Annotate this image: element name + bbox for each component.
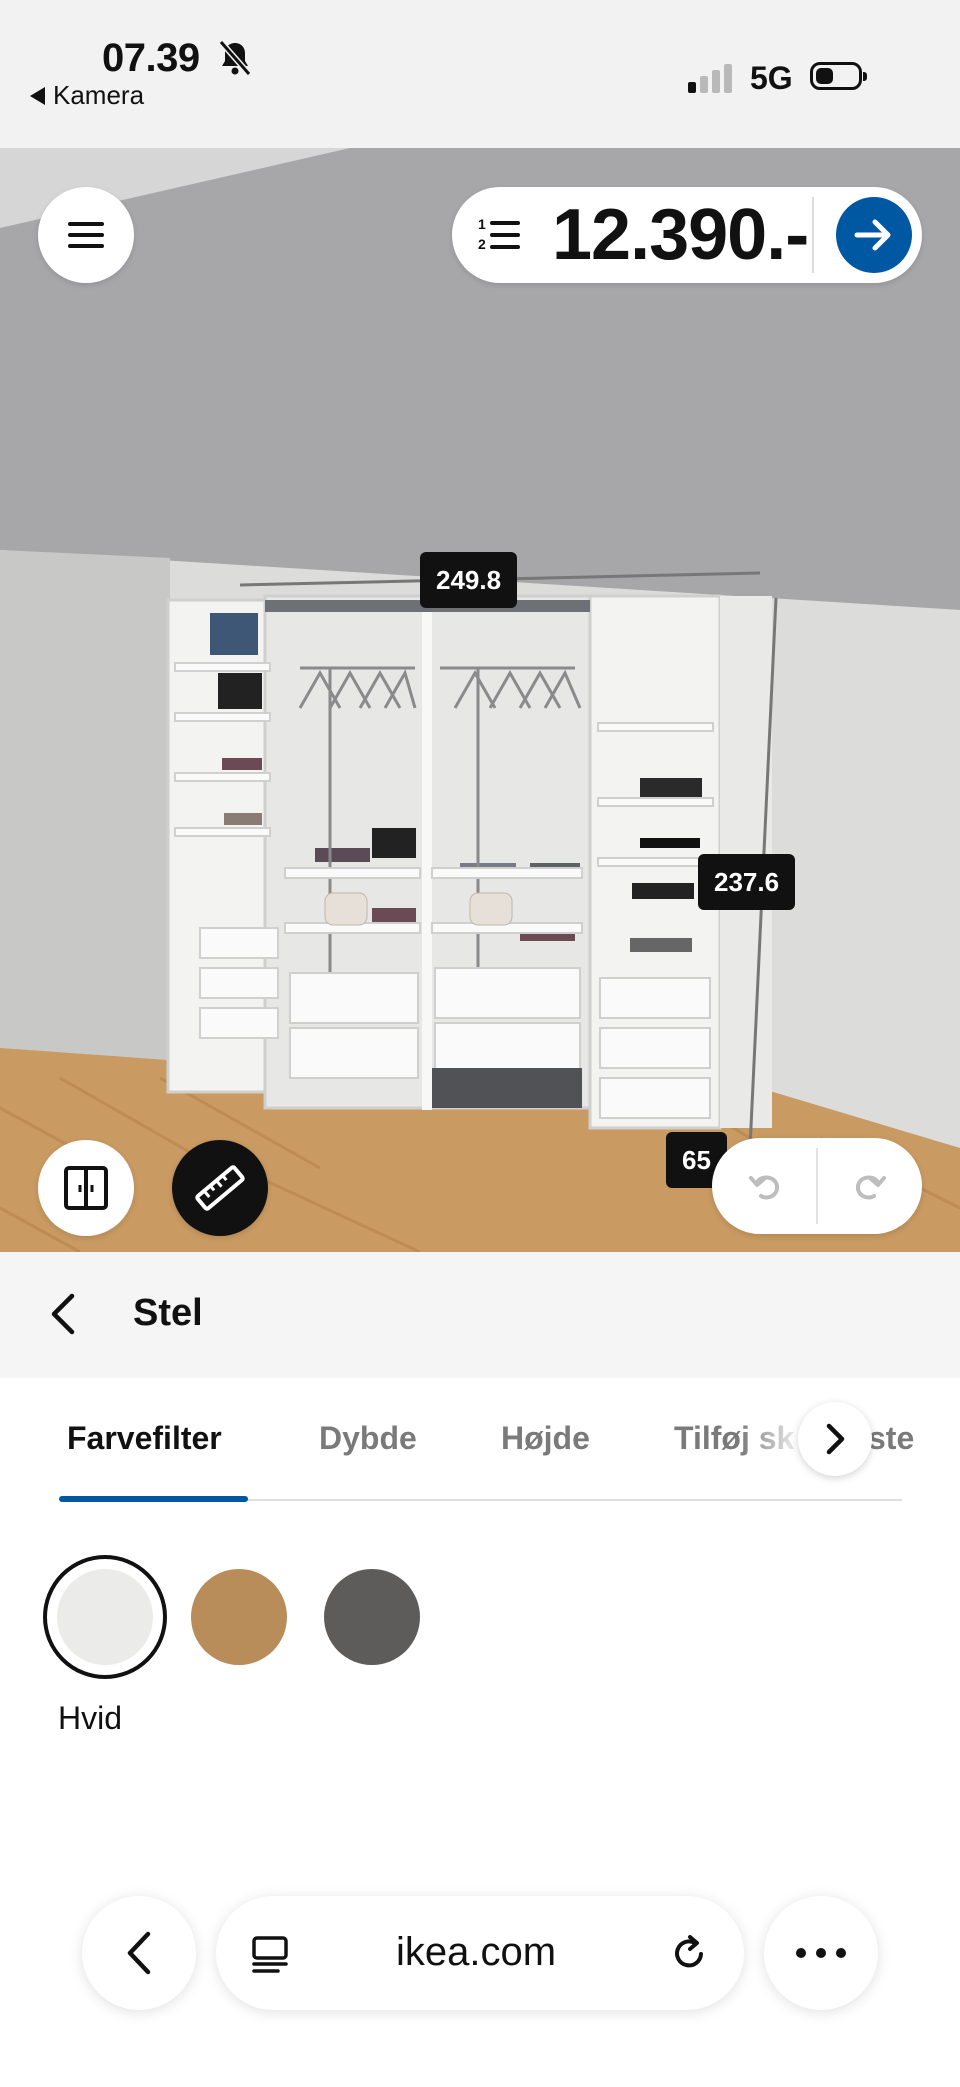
reload-icon[interactable]: [668, 1932, 710, 1974]
menu-icon: [68, 222, 104, 248]
redo-button[interactable]: [817, 1138, 922, 1234]
height-dimension-label[interactable]: 237.6: [698, 854, 796, 910]
menu-button[interactable]: [38, 187, 134, 283]
swatch-white[interactable]: [57, 1569, 153, 1665]
tab-overflow-text: ste: [868, 1420, 915, 1456]
back-triangle-icon: [30, 86, 45, 105]
selected-color-label: Hvid: [58, 1700, 123, 1736]
width-dimension-label[interactable]: 249.8: [420, 552, 518, 608]
ruler-icon: [195, 1165, 245, 1211]
network-type: 5G: [750, 60, 793, 96]
measure-button[interactable]: [172, 1140, 268, 1236]
clock: 07.39: [102, 36, 200, 80]
list-icon: 1 2: [478, 216, 520, 252]
tabs-overview-icon[interactable]: [250, 1934, 290, 1974]
panel-header: Stel: [0, 1252, 960, 1378]
toggle-doors-button[interactable]: [38, 1140, 134, 1236]
price-divider: [812, 197, 814, 273]
svg-text:2: 2: [478, 236, 486, 252]
swatch-oak[interactable]: [191, 1569, 287, 1665]
battery-icon: [810, 62, 867, 90]
doors-icon: [64, 1166, 108, 1210]
back-to-app-link[interactable]: Kamera: [30, 80, 144, 111]
tab-fade: [740, 1408, 806, 1478]
url-text: ikea.com: [396, 1930, 557, 1974]
signal-icon: [688, 64, 732, 93]
option-tabs: Farvefilter Dybde Højde Tilføj sk ste: [0, 1378, 960, 1502]
tabs-scroll-right-button[interactable]: [798, 1402, 872, 1476]
planner-3d-view[interactable]: 1 2 12.390.- 249.8 237.6 65: [0, 148, 960, 1252]
arrow-right-icon: [854, 219, 891, 251]
chevron-left-icon[interactable]: [48, 1292, 78, 1336]
panel-title: Stel: [133, 1292, 203, 1334]
chevron-right-icon: [826, 1423, 845, 1455]
undo-redo-group: [712, 1138, 922, 1234]
tab-dybde[interactable]: Dybde: [319, 1420, 417, 1457]
swatch-dark-grey[interactable]: [324, 1569, 420, 1665]
total-price: 12.390.-: [552, 195, 809, 275]
more-icon: [796, 1948, 846, 1958]
tab-farvefilter[interactable]: Farvefilter: [67, 1420, 222, 1457]
chevron-left-icon: [127, 1931, 151, 1975]
address-bar[interactable]: ikea.com: [216, 1896, 744, 2010]
more-options-button[interactable]: [764, 1896, 878, 2010]
svg-text:1: 1: [478, 216, 486, 232]
undo-icon: [748, 1175, 779, 1200]
room-render: [0, 148, 960, 1252]
active-tab-indicator: [59, 1496, 248, 1502]
status-bar: 07.39 Kamera 5G: [0, 0, 960, 148]
bell-slash-icon: [218, 40, 252, 76]
browser-back-button[interactable]: [82, 1896, 196, 2010]
price-summary-button[interactable]: 1 2 12.390.-: [452, 187, 922, 283]
browser-toolbar: ikea.com: [0, 1880, 960, 2087]
redo-icon: [855, 1175, 886, 1200]
undo-button[interactable]: [712, 1138, 817, 1234]
continue-button[interactable]: [836, 197, 912, 273]
back-app-label: Kamera: [53, 80, 145, 110]
tab-hojde[interactable]: Højde: [501, 1420, 590, 1457]
